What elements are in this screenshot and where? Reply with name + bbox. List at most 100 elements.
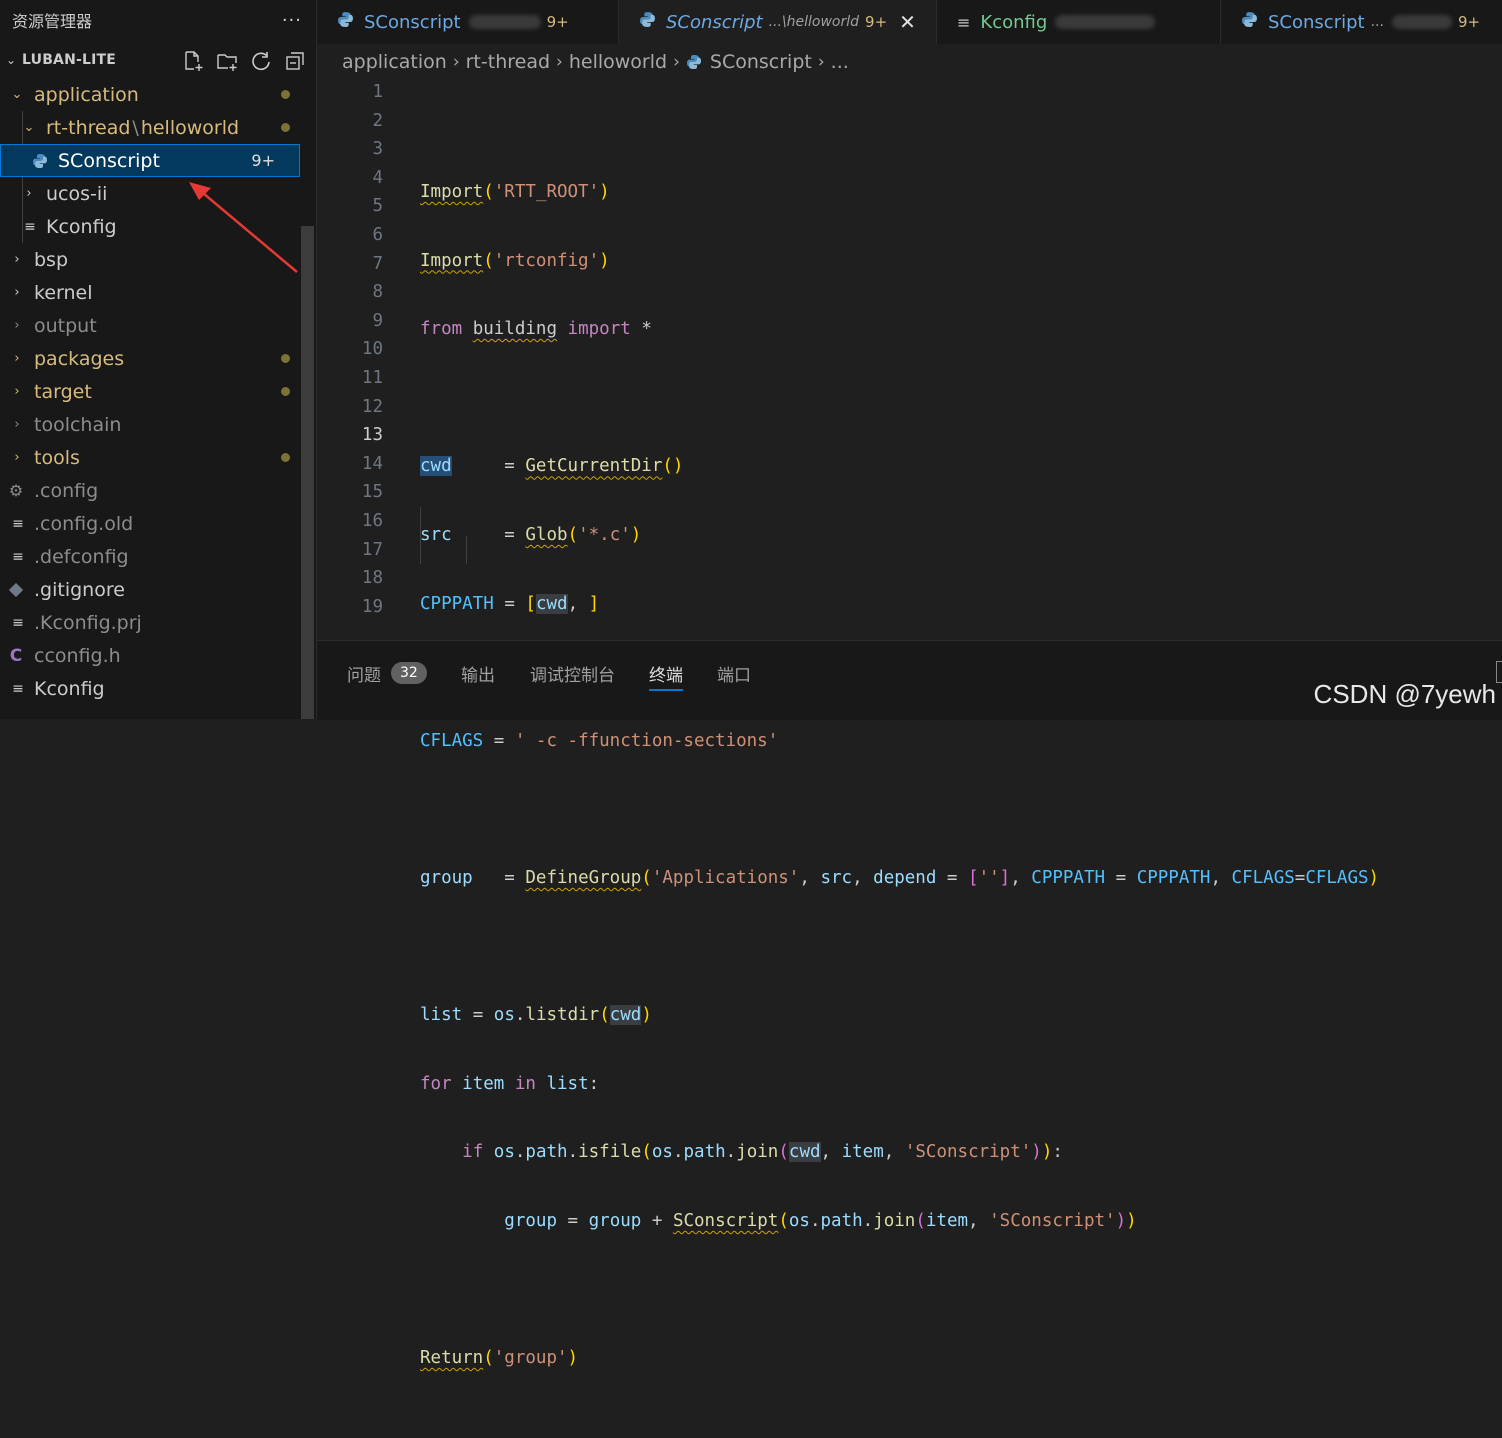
explorer-actions [182,50,306,72]
tree-item-rt-thread-helloworld[interactable]: ⌄ rt-thread \ helloworld [0,111,300,144]
tree-item-label: toolchain [34,413,122,436]
tab-sconscript-1[interactable]: SConscript 9+ [317,0,619,44]
breadcrumb-separator: › [817,52,825,72]
line-number: 12 [361,396,383,417]
tree-item-target[interactable]: › target [0,375,300,408]
blurred-path [468,15,541,29]
tab-sconscript-helloworld[interactable]: SConscript ...\helloworld 9+ ✕ [619,0,937,44]
tree-item-packages[interactable]: › packages [0,342,300,375]
gear-icon: ⚙ [8,481,24,500]
workspace-section-header[interactable]: ⌄ LUBAN-LITE [0,40,316,80]
tree-item-kconfig-root[interactable]: ≡ Kconfig [0,672,300,705]
code-editor[interactable]: 1 2 3 4 5 6 7 8 9 10 11 12 13 14 15 16 1… [317,78,1502,1368]
problem-count-badge: 9+ [251,151,275,170]
panel-tab-label: 问题 [347,665,381,686]
close-icon[interactable]: ✕ [899,10,916,34]
panel-tab-output[interactable]: 输出 [461,657,495,689]
tab-label: SConscript [364,11,461,33]
chevron-right-icon: › [14,417,20,432]
panel-tab-debug-console[interactable]: 调试控制台 [530,657,615,689]
tree-item-dot-defconfig[interactable]: ≡ .defconfig [0,540,300,573]
editor-tabbar: SConscript 9+ SConscript ...\helloworld … [317,0,1502,44]
tree-item-label: .config [34,479,99,502]
tree-item-dot-config-old[interactable]: ≡ .config.old [0,507,300,540]
tree-item-gitignore[interactable]: .gitignore [0,573,300,606]
line-number: 15 [361,482,383,503]
line-number: 5 [372,196,383,217]
tree-item-label: application [34,83,139,106]
tree-item-label: kernel [34,281,93,304]
collapse-all-icon[interactable] [284,50,306,72]
code-line: Import('RTT_ROOT') [420,182,610,202]
line-number: 17 [361,539,383,560]
tree-item-label: Kconfig [34,677,105,700]
tree-item-tools[interactable]: › tools [0,441,300,474]
tree-item-application[interactable]: ⌄ application [0,78,300,111]
bottom-panel: 问题 32 输出 调试控制台 终端 端口 CSDN @7yewh [317,640,1502,720]
tree-item-label: tools [34,446,80,469]
tree-item-output[interactable]: › output [0,309,300,342]
new-folder-icon[interactable] [216,50,238,72]
lines-icon: ≡ [12,614,24,631]
tree-item-toolchain[interactable]: › toolchain [0,408,300,441]
lines-icon: ≡ [12,515,24,532]
line-number: 7 [372,253,383,274]
lines-icon: ≡ [24,218,36,235]
explorer-sidebar: 资源管理器 ··· ⌄ LUBAN-LITE ⌄ application ⌄ r… [0,0,317,719]
breadcrumb-item[interactable]: SConscript [710,51,812,73]
panel-tab-label: 调试控制台 [530,665,615,686]
modified-dot [281,453,290,462]
file-tree: ⌄ application ⌄ rt-thread \ helloworld SCo… [0,78,300,705]
breadcrumb-item[interactable]: helloworld [569,51,667,73]
code-line: for item in list: [420,1073,600,1094]
breadcrumb-item[interactable]: application [342,51,447,73]
modified-dot [281,387,290,396]
tree-item-label: .gitignore [34,578,125,601]
chevron-right-icon: › [14,252,20,267]
chevron-right-icon: › [14,285,20,300]
tree-item-cconfig-h[interactable]: C cconfig.h [0,639,300,672]
tree-item-label: SConscript [58,149,160,172]
panel-maximize-icon[interactable] [1496,661,1502,683]
tree-item-kernel[interactable]: › kernel [0,276,300,309]
explorer-title: 资源管理器 [12,12,93,31]
python-icon [1241,11,1258,33]
more-actions-icon[interactable]: ··· [282,10,302,31]
tree-item-label: .Kconfig.prj [34,611,142,634]
breadcrumb-item[interactable]: ... [831,51,849,73]
tree-item-label: ucos-ii [46,182,108,205]
sidebar-scrollbar[interactable] [301,226,314,719]
tab-label: SConscript [1268,11,1365,33]
panel-tab-problems[interactable]: 问题 32 [347,657,427,689]
refresh-icon[interactable] [250,50,272,72]
tab-badge: 9+ [865,13,888,31]
code-line: group = DefineGroup('Applications', src,… [420,867,1380,888]
tab-kconfig[interactable]: ≡ Kconfig [937,0,1221,44]
tab-sconscript-4[interactable]: SConscript ... 9+ [1221,0,1502,44]
panel-tab-terminal[interactable]: 终端 [649,657,683,691]
watermark: CSDN @7yewh [1313,679,1496,709]
tree-item-dot-config[interactable]: ⚙ .config [0,474,300,507]
git-icon [8,582,24,598]
line-number: 1 [372,82,383,102]
workspace-name: LUBAN-LITE [22,52,117,68]
tab-label: SConscript [666,11,763,33]
code-line: from building import * [420,319,652,340]
tree-item-dot-kconfig-prj[interactable]: ≡ .Kconfig.prj [0,606,300,639]
new-file-icon[interactable] [182,50,204,72]
code-line-current: list = os.listdir(cwd) [420,1005,652,1026]
panel-tab-label: 终端 [649,665,683,686]
breadcrumb-separator: › [673,52,680,72]
panel-tab-ports[interactable]: 端口 [717,657,751,689]
problems-count-badge: 32 [391,662,427,684]
tree-item-sconscript[interactable]: SConscript 9+ [0,144,300,177]
line-number: 11 [361,367,383,388]
breadcrumb-item[interactable]: rt-thread [466,51,550,73]
chevron-down-icon: ⌄ [6,53,17,67]
code-line: cwd = GetCurrentDir() [420,456,684,477]
chevron-right-icon: › [26,186,32,201]
